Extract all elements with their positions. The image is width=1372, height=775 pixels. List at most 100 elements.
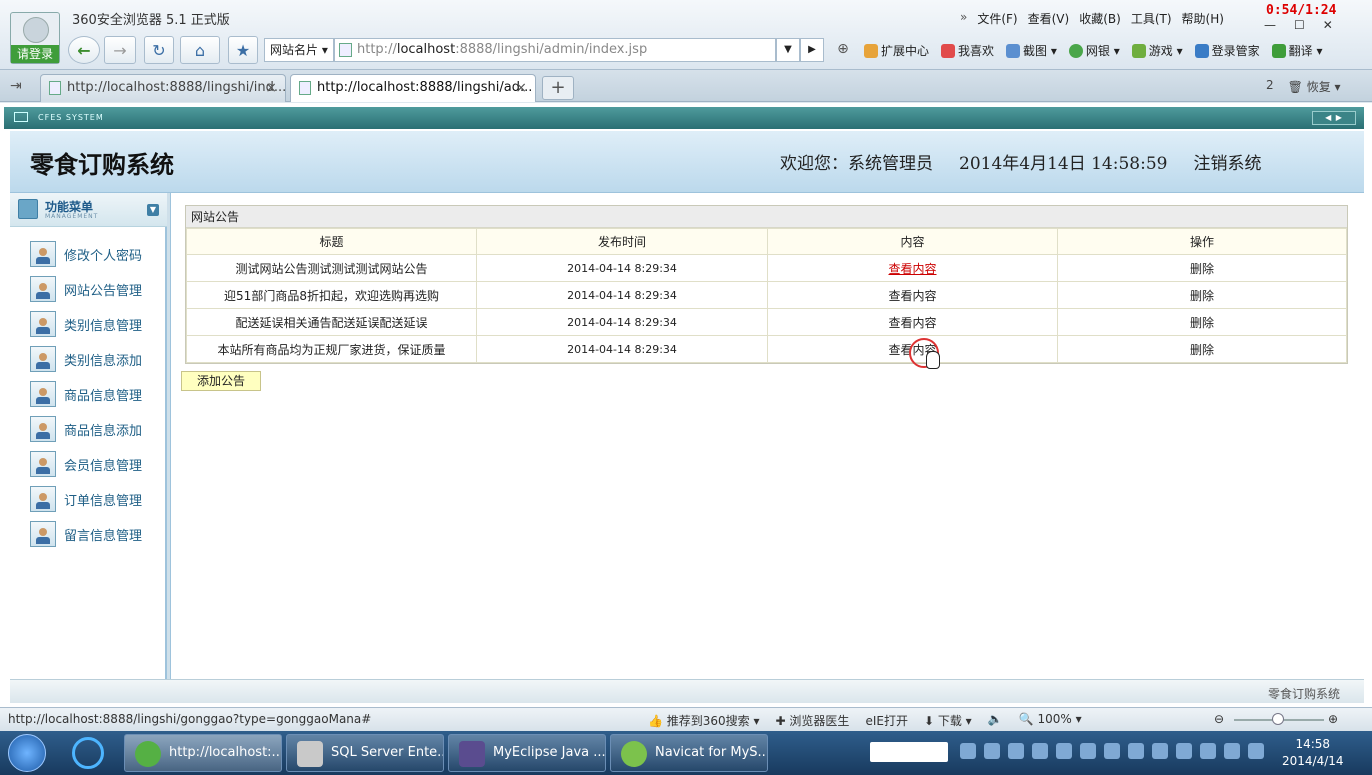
download-button[interactable]: ⬇ 下载 ▾ bbox=[924, 712, 972, 729]
add-notice-button[interactable]: 添加公告 bbox=[181, 371, 261, 391]
web-page: CFES SYSTEM ◀ ▶ 零食订购系统 欢迎您：系统管理员 2014年4月… bbox=[0, 103, 1372, 707]
tray-search-box[interactable] bbox=[870, 742, 948, 762]
address-dropdown-button[interactable]: ▼ bbox=[776, 38, 800, 62]
zoom-slider-thumb[interactable] bbox=[1272, 713, 1284, 725]
menu-view[interactable]: 查看(V) bbox=[1028, 10, 1070, 27]
close-icon[interactable]: ✕ bbox=[1323, 18, 1333, 32]
notice-content-cell: 查看内容 bbox=[767, 281, 1058, 309]
taskbar-item-sql-server[interactable]: SQL Server Ente... bbox=[286, 734, 444, 772]
360-tray-icon[interactable] bbox=[1176, 743, 1192, 759]
tab-admin[interactable]: http://localhost:8888/lingshi/ad... × bbox=[290, 74, 536, 102]
refresh-button[interactable]: ↻ bbox=[144, 36, 174, 64]
menu-item-member-manage[interactable]: 会员信息管理 bbox=[30, 450, 142, 478]
menu-item-notice-manage[interactable]: 网站公告管理 bbox=[30, 275, 142, 303]
flag-icon[interactable] bbox=[1008, 743, 1024, 759]
taskbar-item-myeclipse[interactable]: MyEclipse Java ... bbox=[448, 734, 606, 772]
page-header: 零食订购系统 欢迎您：系统管理员 2014年4月14日 14:58:59 注销系… bbox=[10, 131, 1364, 193]
view-content-link[interactable]: 查看内容 bbox=[888, 343, 936, 357]
tab-count-badge[interactable]: 2 bbox=[1266, 78, 1274, 95]
menu-item-category-add[interactable]: 类别信息添加 bbox=[30, 345, 142, 373]
start-button[interactable] bbox=[8, 734, 46, 772]
menu-item-category-manage[interactable]: 类别信息管理 bbox=[30, 310, 142, 338]
new-tab-button[interactable]: + bbox=[542, 76, 574, 100]
menu-help[interactable]: 帮助(H) bbox=[1182, 10, 1224, 27]
shield-tray-icon[interactable] bbox=[1032, 743, 1048, 759]
logout-link[interactable]: 注销系统 bbox=[1193, 149, 1261, 174]
user-icon bbox=[30, 241, 56, 267]
collapse-icon[interactable]: ▼ bbox=[147, 204, 159, 216]
notice-title: 迎51部门商品8折扣起，欢迎选购再选购 bbox=[186, 281, 477, 309]
cfes-label: CFES SYSTEM bbox=[38, 113, 104, 122]
ime-icon[interactable] bbox=[1224, 743, 1240, 759]
screenshot-link[interactable]: 截图 ▾ bbox=[1006, 42, 1057, 59]
tab-close-icon[interactable]: × bbox=[265, 75, 277, 101]
favorite-star-button[interactable]: ★ bbox=[228, 36, 258, 64]
menu-item-order-manage[interactable]: 订单信息管理 bbox=[30, 485, 142, 513]
go-button[interactable]: ▶ bbox=[800, 38, 824, 62]
menu-item-product-add[interactable]: 商品信息添加 bbox=[30, 415, 142, 443]
search-tray-icon[interactable] bbox=[1248, 743, 1264, 759]
view-content-link[interactable]: 查看内容 bbox=[888, 262, 936, 276]
forward-button[interactable]: → bbox=[104, 36, 136, 64]
speaker-icon[interactable] bbox=[1152, 743, 1168, 759]
login-manager-link[interactable]: 登录管家 bbox=[1194, 42, 1260, 59]
view-content-link[interactable]: 查看内容 bbox=[888, 316, 936, 330]
user-icon bbox=[30, 521, 56, 547]
menu-file[interactable]: 文件(F) bbox=[977, 10, 1017, 27]
ie-taskbar-icon[interactable] bbox=[72, 737, 104, 769]
menu-item-change-password[interactable]: 修改个人密码 bbox=[30, 240, 142, 268]
taskbar-item-360-browser[interactable]: http://localhost:... bbox=[124, 734, 282, 772]
menu-tools[interactable]: 工具(T) bbox=[1131, 10, 1172, 27]
menu-chevron-icon[interactable]: » bbox=[960, 10, 967, 27]
zoom-control[interactable]: 🔍 100% ▾ bbox=[1019, 712, 1082, 729]
qq-icon[interactable] bbox=[1080, 743, 1096, 759]
online-banking-link[interactable]: 网银 ▾ bbox=[1068, 42, 1120, 59]
menu-item-message-manage[interactable]: 留言信息管理 bbox=[30, 520, 142, 548]
home-button[interactable]: ⌂ bbox=[180, 36, 220, 64]
cloud-icon[interactable] bbox=[1104, 743, 1120, 759]
volume-icon[interactable]: 🔈 bbox=[988, 712, 1003, 729]
delete-link[interactable]: 删除 bbox=[1190, 316, 1214, 330]
tab-index[interactable]: http://localhost:8888/lingshi/ind... × bbox=[40, 74, 286, 102]
my-likes-link[interactable]: 我喜欢 bbox=[941, 42, 994, 59]
maximize-icon[interactable]: ☐ bbox=[1294, 18, 1305, 32]
taskbar-item-navicat[interactable]: Navicat for MyS... bbox=[610, 734, 768, 772]
user-icon bbox=[30, 311, 56, 337]
system-clock[interactable]: 14:58 2014/4/14 bbox=[1282, 736, 1344, 770]
browser-doctor-button[interactable]: ✚ 浏览器医生 bbox=[776, 712, 850, 729]
view-content-link[interactable]: 查看内容 bbox=[888, 289, 936, 303]
notice-time: 2014-04-14 8:29:34 bbox=[476, 308, 768, 336]
notice-time: 2014-04-14 8:29:34 bbox=[476, 254, 768, 282]
back-button[interactable]: ← bbox=[68, 36, 100, 64]
browser-icon bbox=[135, 741, 161, 767]
zoom-in-icon[interactable]: ⊕ bbox=[1328, 712, 1338, 726]
delete-link[interactable]: 删除 bbox=[1190, 289, 1214, 303]
site-names-label: 网站名片 bbox=[270, 43, 319, 57]
tab-label: http://localhost:8888/lingshi/ind... bbox=[67, 80, 286, 95]
network-icon[interactable] bbox=[984, 743, 1000, 759]
display-icon[interactable] bbox=[1200, 743, 1216, 759]
delete-link[interactable]: 删除 bbox=[1190, 343, 1214, 357]
extension-center-link[interactable]: 扩展中心 bbox=[864, 42, 929, 59]
keyboard-icon[interactable] bbox=[960, 743, 976, 759]
zoom-out-icon[interactable]: ⊖ bbox=[1214, 712, 1224, 726]
games-link[interactable]: 游戏 ▾ bbox=[1131, 42, 1183, 59]
site-names-dropdown[interactable]: 网站名片 ▾ bbox=[264, 38, 334, 62]
delete-link[interactable]: 删除 bbox=[1190, 262, 1214, 276]
ie-open-button[interactable]: eIE打开 bbox=[865, 712, 908, 729]
address-bar[interactable]: http://localhost:8888/lingshi/admin/inde… bbox=[334, 38, 776, 62]
translate-link[interactable]: 翻译 ▾ bbox=[1271, 42, 1322, 59]
recommend-360-search-button[interactable]: 👍 推荐到360搜索 ▾ bbox=[648, 712, 760, 729]
frame-nav-arrows[interactable]: ◀ ▶ bbox=[1312, 111, 1356, 125]
restore-button[interactable]: 🗑 恢复 ▾ bbox=[1288, 78, 1341, 95]
app-tray-icon[interactable] bbox=[1056, 743, 1072, 759]
tab-close-icon[interactable]: × bbox=[515, 75, 527, 101]
login-button[interactable]: 请登录 bbox=[11, 45, 59, 63]
menu-favorites[interactable]: 收藏(B) bbox=[1079, 10, 1121, 27]
minimize-icon[interactable]: — bbox=[1264, 18, 1276, 32]
security-icon[interactable] bbox=[1128, 743, 1144, 759]
sidebar-toggle-icon[interactable]: ⇥ bbox=[10, 78, 22, 94]
menu-item-product-manage[interactable]: 商品信息管理 bbox=[30, 380, 142, 408]
security-shield-icon[interactable]: ⊕ bbox=[832, 38, 854, 62]
user-avatar[interactable]: 请登录 bbox=[10, 12, 60, 64]
